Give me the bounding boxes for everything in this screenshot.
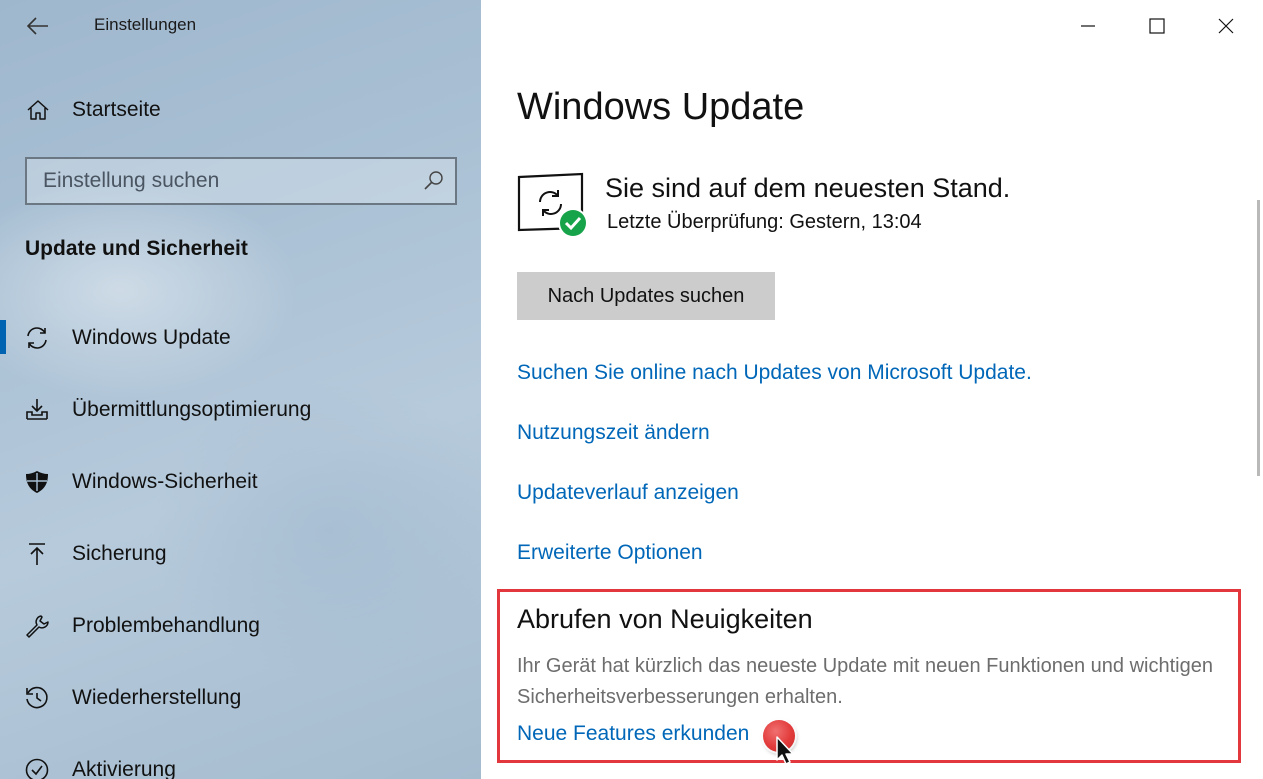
update-status-check-icon	[517, 172, 588, 238]
sidebar-item-label: Übermittlungsoptimierung	[72, 398, 312, 421]
sidebar-item-label: Problembehandlung	[72, 614, 260, 637]
maximize-button[interactable]	[1137, 8, 1177, 44]
search-box[interactable]	[25, 157, 457, 205]
link-update-history[interactable]: Updateverlauf anzeigen	[517, 481, 739, 505]
search-icon[interactable]	[423, 170, 445, 192]
status-title: Sie sind auf dem neuesten Stand.	[605, 173, 1011, 203]
mouse-cursor-icon	[776, 736, 794, 765]
minimize-button[interactable]	[1068, 8, 1108, 44]
sidebar-item-activation[interactable]: Aktivierung	[0, 734, 481, 779]
restore-icon	[24, 685, 50, 711]
arrow-left-icon	[27, 17, 48, 35]
home-icon	[27, 100, 49, 120]
main-content: Windows Update Sie sind auf dem neuesten…	[481, 0, 1263, 779]
sidebar-item-label: Startseite	[72, 98, 161, 121]
sidebar-item-home[interactable]: Startseite	[26, 94, 161, 126]
sidebar-item-windows-security[interactable]: Windows-Sicherheit	[0, 446, 481, 518]
link-online-updates[interactable]: Suchen Sie online nach Updates von Micro…	[517, 361, 1032, 385]
search-input[interactable]	[43, 169, 413, 193]
sidebar-item-recovery[interactable]: Wiederherstellung	[0, 662, 481, 734]
link-advanced-options[interactable]: Erweiterte Optionen	[517, 541, 703, 565]
link-explore-features[interactable]: Neue Features erkunden	[517, 722, 749, 746]
page-title: Windows Update	[517, 86, 805, 128]
backup-arrow-icon	[24, 541, 50, 567]
sidebar-nav: Windows Update Übermittlungsoptimierung …	[0, 302, 481, 779]
close-icon	[1218, 18, 1234, 34]
sidebar-item-troubleshoot[interactable]: Problembehandlung	[0, 590, 481, 662]
sidebar-item-label: Aktivierung	[72, 758, 176, 779]
minimize-icon	[1081, 25, 1095, 27]
section-heading: Update und Sicherheit	[25, 237, 248, 260]
scrollbar[interactable]	[1257, 200, 1260, 476]
sync-icon	[24, 325, 50, 351]
close-button[interactable]	[1206, 8, 1246, 44]
sidebar-item-delivery-optimization[interactable]: Übermittlungsoptimierung	[0, 374, 481, 446]
news-title: Abrufen von Neuigkeiten	[517, 604, 813, 634]
back-button[interactable]	[22, 10, 54, 42]
sidebar-item-label: Sicherung	[72, 542, 167, 565]
sidebar: Einstellungen Startseite Update und Sich…	[0, 0, 481, 779]
wrench-icon	[24, 613, 50, 639]
app-title: Einstellungen	[94, 15, 197, 34]
last-check-text: Letzte Überprüfung: Gestern, 13:04	[607, 211, 922, 233]
check-circle-icon	[24, 757, 50, 779]
sidebar-item-label: Windows-Sicherheit	[72, 470, 258, 493]
sidebar-item-label: Wiederherstellung	[72, 686, 242, 709]
news-text: Ihr Gerät hat kürzlich das neueste Updat…	[517, 655, 1213, 708]
check-updates-button[interactable]: Nach Updates suchen	[517, 272, 775, 320]
delivery-optimization-icon	[24, 397, 50, 423]
maximize-icon	[1149, 18, 1165, 34]
link-active-hours[interactable]: Nutzungszeit ändern	[517, 421, 710, 445]
shield-icon	[24, 469, 50, 495]
sidebar-item-windows-update[interactable]: Windows Update	[0, 302, 481, 374]
sidebar-item-backup[interactable]: Sicherung	[0, 518, 481, 590]
sidebar-item-label: Windows Update	[72, 326, 231, 349]
